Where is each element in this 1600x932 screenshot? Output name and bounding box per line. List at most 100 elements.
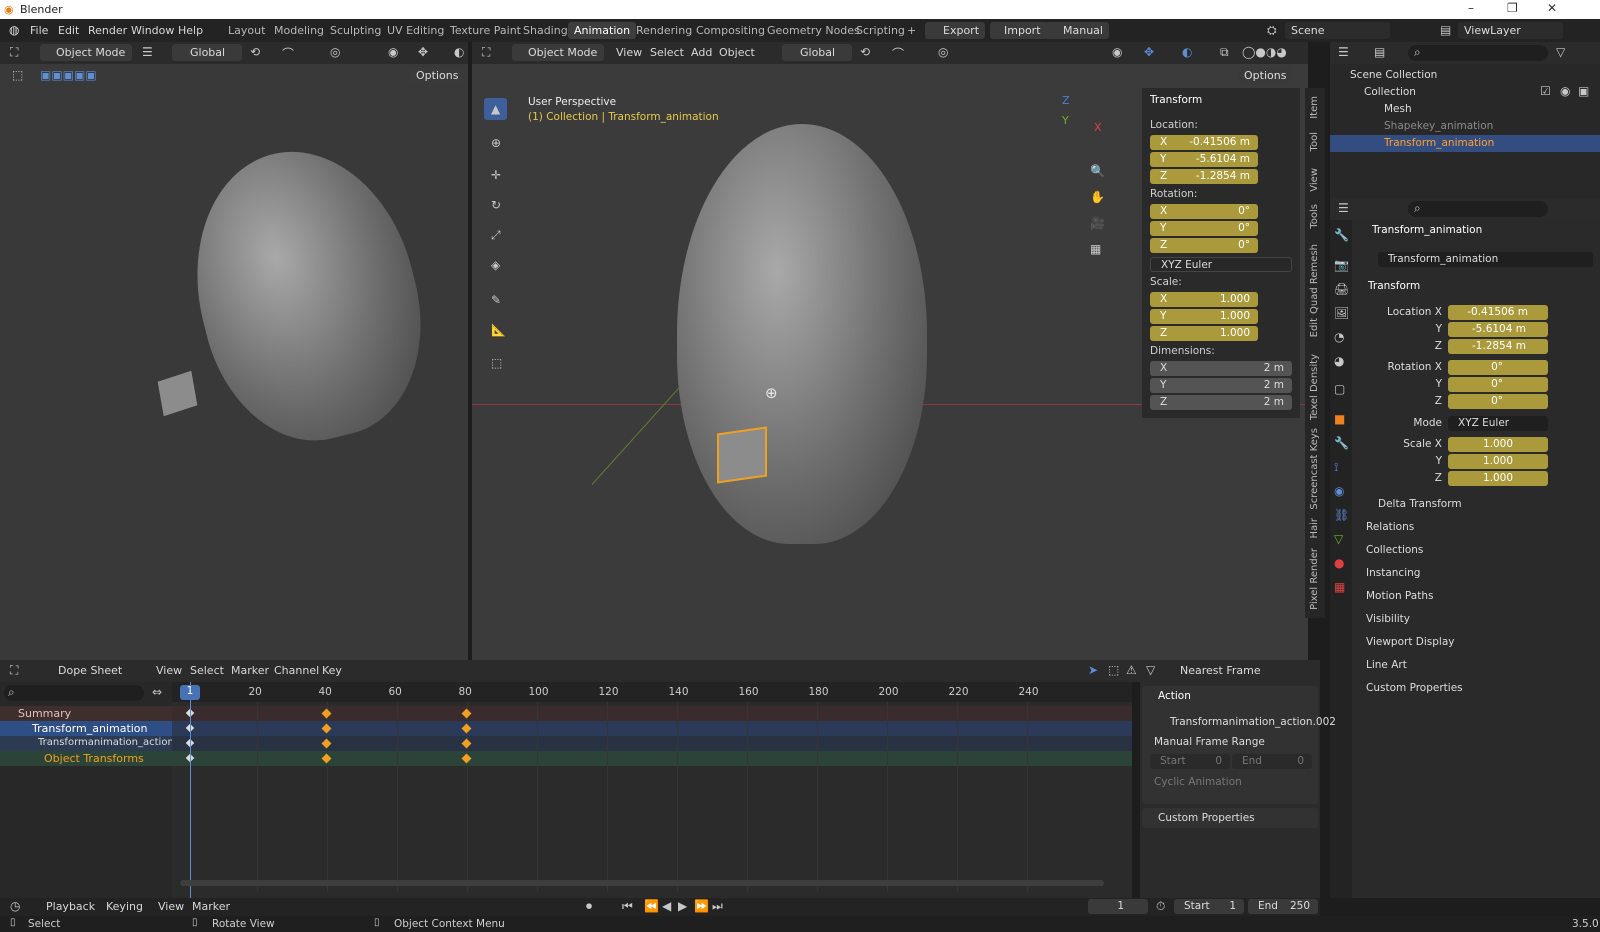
scale-x-field[interactable]: X 1.000: [1150, 292, 1258, 307]
action-channel-row[interactable]: Transformanimation_action.002: [0, 736, 196, 751]
pivot-icon[interactable]: ⟲: [250, 45, 260, 59]
frame-ruler[interactable]: [172, 682, 1132, 702]
location-z-field[interactable]: Z -1.2854 m: [1150, 169, 1258, 184]
particles-tab-icon[interactable]: ⟟: [1334, 460, 1338, 475]
jump-start-icon[interactable]: ⏮: [622, 899, 633, 914]
eye-icon[interactable]: ◉: [1560, 84, 1570, 98]
prop-location-y-field[interactable]: -5.6104 m: [1448, 322, 1548, 337]
checkbox-icon[interactable]: ☑: [1540, 84, 1551, 98]
end-frame-field[interactable]: End 250: [1248, 899, 1318, 914]
left-object-mode-select[interactable]: Object Mode: [40, 44, 132, 61]
export-button[interactable]: Export: [925, 22, 986, 39]
left-orientation-select[interactable]: Global: [172, 44, 242, 61]
cursor-tool-icon[interactable]: ⊕: [484, 132, 508, 154]
close-button[interactable]: ✕: [1547, 1, 1557, 15]
pivot-icon[interactable]: ⟲: [860, 45, 870, 59]
current-frame-indicator[interactable]: 1: [180, 685, 200, 700]
rotation-y-field[interactable]: Y 0°: [1150, 221, 1258, 236]
add-cube-tool-icon[interactable]: ⬚: [484, 352, 509, 374]
rotation-mode-select[interactable]: XYZ Euler: [1150, 257, 1292, 272]
select-tool-icon[interactable]: ▲: [484, 98, 508, 120]
editor-type-icon[interactable]: ⛶: [10, 663, 18, 678]
vp-menu-add[interactable]: Add: [691, 46, 712, 59]
motion-paths-section[interactable]: Motion Paths: [1366, 590, 1433, 602]
left-cube-mesh[interactable]: [157, 370, 198, 417]
ds-menu-select[interactable]: Select: [190, 664, 224, 677]
overlay-icon[interactable]: ◐: [454, 45, 464, 59]
rotation-z-field[interactable]: Z 0°: [1150, 238, 1258, 253]
menu-lines-icon[interactable]: ☰: [142, 45, 153, 59]
object-name-field[interactable]: Transform_animation: [1378, 252, 1593, 267]
visibility-section[interactable]: Visibility: [1366, 613, 1410, 625]
proportional-icon[interactable]: ◎: [330, 45, 340, 59]
play-icon[interactable]: ▶: [678, 899, 687, 913]
properties-search-input[interactable]: ⌕: [1408, 201, 1548, 217]
ds-menu-key[interactable]: Key: [322, 664, 342, 677]
outliner-item-mesh[interactable]: Mesh: [1384, 103, 1412, 115]
world-tab-icon[interactable]: ◕: [1334, 354, 1344, 368]
gizmo-icon[interactable]: ✥: [1144, 45, 1154, 59]
play-reverse-icon[interactable]: ◀: [662, 899, 671, 913]
proportional-icon[interactable]: ◎: [938, 45, 948, 59]
action-header[interactable]: Action: [1158, 690, 1191, 702]
outliner-item-transform-animation[interactable]: Transform_animation: [1384, 137, 1494, 149]
vp-menu-view[interactable]: View: [616, 46, 642, 59]
prop-location-x-field[interactable]: -0.41506 m: [1448, 305, 1548, 320]
left-options-button[interactable]: Options: [410, 67, 465, 84]
tl-menu-view[interactable]: View: [158, 900, 184, 913]
editor-type-icon[interactable]: ⛶: [482, 45, 490, 60]
relations-section[interactable]: Relations: [1366, 521, 1414, 533]
main-head-mesh[interactable]: [677, 124, 927, 544]
tl-menu-playback[interactable]: Playback: [46, 900, 95, 913]
tab-tools[interactable]: Tools: [1309, 204, 1320, 229]
only-selected-icon[interactable]: ➤: [1088, 663, 1098, 677]
camera-icon[interactable]: ▣: [1578, 84, 1589, 98]
manual-button[interactable]: Manual: [1045, 22, 1109, 39]
properties-editor-icon[interactable]: ☰: [1338, 201, 1349, 215]
shading-modes-icon[interactable]: ◯●◑◕: [1242, 45, 1287, 59]
minimize-button[interactable]: –: [1468, 1, 1474, 15]
prev-key-icon[interactable]: ⏪: [644, 899, 659, 913]
horizontal-scrollbar[interactable]: [180, 880, 1104, 886]
scale-z-field[interactable]: Z 1.000: [1150, 326, 1258, 341]
delta-transform-section[interactable]: Delta Transform: [1378, 498, 1462, 510]
tab-texture-paint[interactable]: Texture Paint: [450, 24, 521, 37]
menu-window[interactable]: Window: [131, 24, 174, 37]
main-orientation-select[interactable]: Global: [782, 44, 852, 61]
menu-help[interactable]: Help: [178, 24, 203, 37]
visibility-icon[interactable]: ◉: [388, 45, 398, 59]
filter-icon[interactable]: ▽: [1556, 45, 1565, 59]
scale-tool-icon[interactable]: ⤢: [484, 224, 508, 247]
npanel-transform-header[interactable]: Transform: [1150, 94, 1202, 106]
overlay-icon[interactable]: ◐: [1182, 45, 1192, 59]
tab-pixel-render[interactable]: Pixel Render: [1309, 548, 1320, 610]
select-box-icon[interactable]: ⬚: [12, 68, 23, 82]
snap-icon[interactable]: ⌒: [892, 45, 904, 62]
snap-mode-select[interactable]: Nearest Frame: [1174, 662, 1266, 679]
gizmo-x-axis[interactable]: X: [1094, 121, 1102, 134]
vp-menu-object[interactable]: Object: [719, 46, 755, 59]
tab-layout[interactable]: Layout: [228, 24, 265, 37]
viewlayer-selector[interactable]: ViewLayer: [1458, 22, 1563, 39]
display-mode-icon[interactable]: ▤: [1374, 45, 1385, 59]
swap-icon[interactable]: ⇔: [152, 685, 162, 699]
summary-row[interactable]: Summary: [0, 706, 172, 721]
prop-scale-y-field[interactable]: 1.000: [1448, 454, 1548, 469]
errors-icon[interactable]: ⚠: [1126, 663, 1137, 677]
dopesheet-timeline[interactable]: 20 40 60 80 100 120 140 160 180 200 220 240 1: [172, 682, 1132, 898]
tab-screencast-keys[interactable]: Screencast Keys: [1309, 428, 1320, 510]
tab-geometry-nodes[interactable]: Geometry Nodes: [767, 24, 860, 37]
action-start-field[interactable]: Start 0: [1150, 754, 1230, 769]
tab-item[interactable]: Item: [1309, 96, 1320, 119]
prop-scale-x-field[interactable]: 1.000: [1448, 437, 1548, 452]
scene-collection-label[interactable]: Scene Collection: [1350, 69, 1437, 81]
transform-tool-icon[interactable]: ◈: [484, 254, 507, 276]
vp-menu-select[interactable]: Select: [650, 46, 684, 59]
dimension-x-field[interactable]: X 2 m: [1150, 361, 1292, 376]
main-object-mode-select[interactable]: Object Mode: [512, 44, 604, 61]
record-icon[interactable]: ⏺: [586, 899, 592, 914]
left-head-mesh[interactable]: [168, 128, 447, 462]
tab-compositing[interactable]: Compositing: [696, 24, 765, 37]
filter-icon[interactable]: ▽: [1146, 663, 1155, 677]
line-art-section[interactable]: Line Art: [1366, 659, 1407, 671]
